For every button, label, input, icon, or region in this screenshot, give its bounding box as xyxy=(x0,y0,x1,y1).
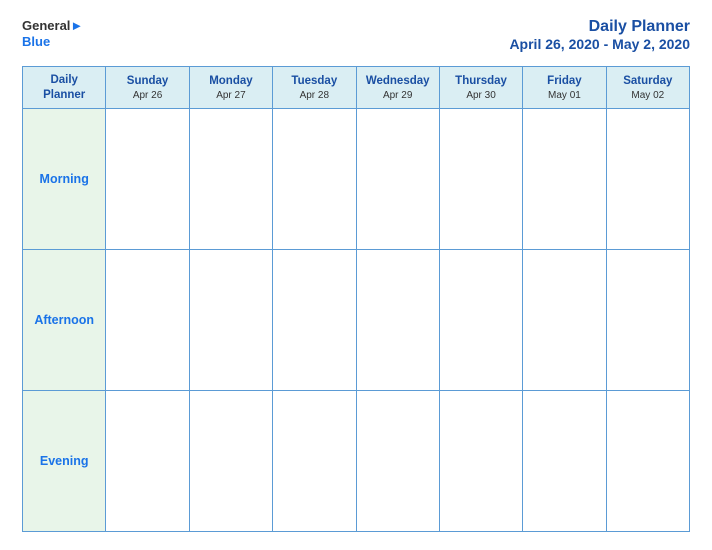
row-label-morning: Morning xyxy=(23,108,106,249)
col-friday: Friday May 01 xyxy=(523,67,606,109)
page-title: Daily Planner xyxy=(509,18,690,36)
cell-morning-monday[interactable] xyxy=(189,108,272,249)
cell-morning-friday[interactable] xyxy=(523,108,606,249)
logo-area: General► Blue xyxy=(22,18,83,49)
cell-afternoon-monday[interactable] xyxy=(189,249,272,390)
row-label-afternoon: Afternoon xyxy=(23,249,106,390)
cell-evening-wednesday[interactable] xyxy=(356,390,439,531)
cell-morning-thursday[interactable] xyxy=(439,108,522,249)
calendar-table: DailyPlanner Sunday Apr 26 Monday Apr 27… xyxy=(22,66,690,532)
title-area: Daily Planner April 26, 2020 - May 2, 20… xyxy=(509,18,690,52)
cell-evening-thursday[interactable] xyxy=(439,390,522,531)
cell-evening-sunday[interactable] xyxy=(106,390,189,531)
row-label-evening: Evening xyxy=(23,390,106,531)
cell-afternoon-friday[interactable] xyxy=(523,249,606,390)
cell-afternoon-tuesday[interactable] xyxy=(273,249,356,390)
row-evening: Evening xyxy=(23,390,690,531)
calendar-header-row: DailyPlanner Sunday Apr 26 Monday Apr 27… xyxy=(23,67,690,109)
cell-morning-sunday[interactable] xyxy=(106,108,189,249)
cell-morning-saturday[interactable] xyxy=(606,108,689,249)
cell-evening-saturday[interactable] xyxy=(606,390,689,531)
col-sunday: Sunday Apr 26 xyxy=(106,67,189,109)
row-afternoon: Afternoon xyxy=(23,249,690,390)
cell-afternoon-thursday[interactable] xyxy=(439,249,522,390)
page: General► Blue Daily Planner April 26, 20… xyxy=(0,0,712,550)
cell-evening-friday[interactable] xyxy=(523,390,606,531)
col-tuesday: Tuesday Apr 28 xyxy=(273,67,356,109)
logo-block: General► Blue xyxy=(22,18,83,49)
cell-afternoon-wednesday[interactable] xyxy=(356,249,439,390)
cell-morning-tuesday[interactable] xyxy=(273,108,356,249)
cell-afternoon-sunday[interactable] xyxy=(106,249,189,390)
col-monday: Monday Apr 27 xyxy=(189,67,272,109)
col-saturday: Saturday May 02 xyxy=(606,67,689,109)
row-morning: Morning xyxy=(23,108,690,249)
date-range: April 26, 2020 - May 2, 2020 xyxy=(509,36,690,52)
cell-morning-wednesday[interactable] xyxy=(356,108,439,249)
header: General► Blue Daily Planner April 26, 20… xyxy=(22,18,690,52)
col-wednesday: Wednesday Apr 29 xyxy=(356,67,439,109)
cell-afternoon-saturday[interactable] xyxy=(606,249,689,390)
cell-evening-tuesday[interactable] xyxy=(273,390,356,531)
col-thursday: Thursday Apr 30 xyxy=(439,67,522,109)
col-header-label: DailyPlanner xyxy=(23,67,106,109)
cell-evening-monday[interactable] xyxy=(189,390,272,531)
